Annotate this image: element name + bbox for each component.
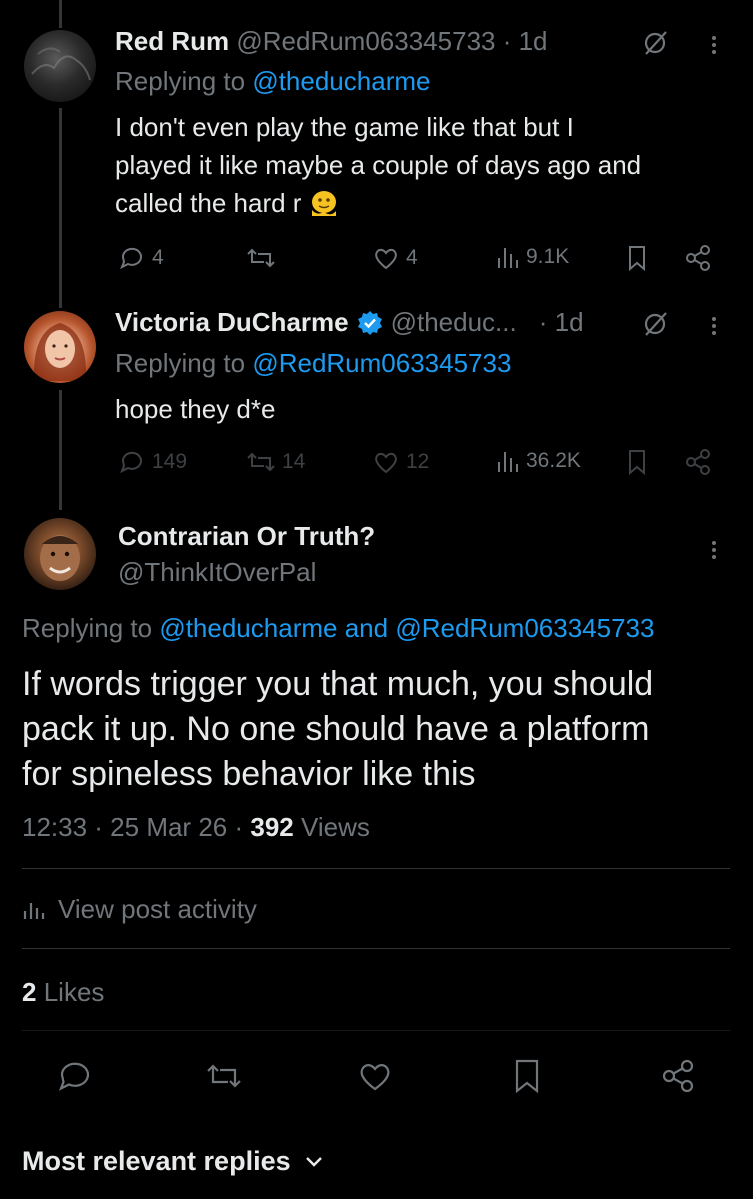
- reply-button[interactable]: 149: [118, 448, 187, 476]
- like-button[interactable]: 12: [372, 448, 429, 476]
- avatar-contrarian[interactable]: [24, 518, 96, 590]
- bookmark-button[interactable]: [510, 1058, 544, 1099]
- repost-icon: [207, 1064, 241, 1088]
- post-time[interactable]: · 1d: [503, 26, 548, 56]
- sort-replies-dropdown[interactable]: Most relevant replies: [22, 1146, 323, 1177]
- views-icon: [23, 902, 45, 919]
- views-icon: [498, 248, 518, 268]
- likes-count: 2: [22, 977, 37, 1007]
- post-text: I don't even play the game like that but…: [115, 112, 642, 218]
- views-icon: [498, 452, 518, 472]
- mute-icon[interactable]: [640, 28, 670, 63]
- bookmark-button[interactable]: [624, 244, 650, 272]
- bookmark-button[interactable]: [624, 448, 650, 476]
- divider: [22, 948, 730, 949]
- reply-icon: [58, 1062, 90, 1091]
- share-icon: [662, 1059, 694, 1093]
- post-time[interactable]: · 1d: [539, 307, 584, 338]
- reply-button[interactable]: [56, 1058, 94, 1099]
- replying-and: and: [344, 613, 389, 643]
- bookmark-icon: [515, 1059, 539, 1094]
- author-name[interactable]: Red Rum: [115, 26, 229, 56]
- chevron-down-icon: [305, 1156, 322, 1167]
- replying-to-link[interactable]: @theducharme: [252, 66, 430, 96]
- like-icon: [375, 248, 397, 270]
- views-button[interactable]: 9.1K: [496, 244, 569, 270]
- view-post-activity-link[interactable]: View post activity: [22, 894, 257, 925]
- more-icon[interactable]: [712, 33, 716, 57]
- post-text: hope they d*e: [115, 394, 276, 424]
- replying-label: Replying to: [115, 348, 246, 378]
- author-name[interactable]: Victoria DuCharme: [115, 307, 349, 338]
- like-icon: [360, 1064, 390, 1091]
- replying-label: Replying to: [115, 66, 246, 96]
- share-icon: [686, 245, 710, 271]
- main-post-text: If words trigger you that much, you shou…: [22, 665, 654, 793]
- avatar-redrum[interactable]: [24, 30, 96, 102]
- bookmark-icon: [629, 450, 645, 476]
- mute-icon[interactable]: [640, 309, 670, 344]
- share-icon: [686, 449, 710, 475]
- repost-icon: [247, 248, 275, 268]
- divider: [22, 868, 730, 869]
- repost-button[interactable]: [246, 244, 282, 272]
- avatar-victoria[interactable]: [24, 311, 96, 383]
- author-name[interactable]: Contrarian Or Truth?: [118, 521, 375, 552]
- reply-button[interactable]: 4: [118, 244, 164, 272]
- post-timestamp[interactable]: 12:33 · 25 Mar 26 ·: [22, 812, 243, 842]
- views-button[interactable]: 36.2K: [496, 448, 581, 474]
- melting-face-emoji: [309, 188, 339, 218]
- divider: [22, 1030, 730, 1031]
- repost-button[interactable]: [204, 1058, 244, 1099]
- sort-label: Most relevant replies: [22, 1146, 291, 1176]
- thread-line-1: [59, 108, 62, 308]
- view-post-activity-label: View post activity: [58, 894, 257, 924]
- verified-icon: [357, 310, 382, 335]
- share-button[interactable]: [684, 448, 712, 476]
- replying-label: Replying to: [22, 613, 153, 643]
- likes-label: Likes: [43, 977, 105, 1007]
- author-handle[interactable]: @ThinkItOverPal: [118, 557, 316, 588]
- repost-icon: [247, 452, 275, 472]
- views-count: 392: [250, 812, 294, 842]
- repost-button[interactable]: 14: [246, 448, 305, 476]
- bookmark-icon: [629, 246, 645, 272]
- author-handle[interactable]: @theduc...: [391, 307, 517, 338]
- share-button[interactable]: [660, 1058, 696, 1099]
- more-icon[interactable]: [712, 314, 716, 338]
- like-button[interactable]: 4: [372, 244, 418, 272]
- share-button[interactable]: [684, 244, 712, 272]
- more-icon[interactable]: [712, 538, 716, 562]
- like-button[interactable]: [356, 1058, 394, 1099]
- thread-line-top: [59, 0, 62, 28]
- author-handle[interactable]: @RedRum063345733: [236, 26, 495, 56]
- views-label: Views: [300, 812, 370, 842]
- reply-icon: [120, 247, 142, 270]
- replying-to-link-2[interactable]: @RedRum063345733: [395, 613, 654, 643]
- replying-to-link-1[interactable]: @theducharme: [159, 613, 337, 643]
- thread-line-2: [59, 390, 62, 510]
- like-icon: [375, 452, 397, 474]
- reply-icon: [120, 451, 142, 474]
- likes-count-link[interactable]: 2 Likes: [22, 977, 104, 1008]
- replying-to-link[interactable]: @RedRum063345733: [252, 348, 511, 378]
